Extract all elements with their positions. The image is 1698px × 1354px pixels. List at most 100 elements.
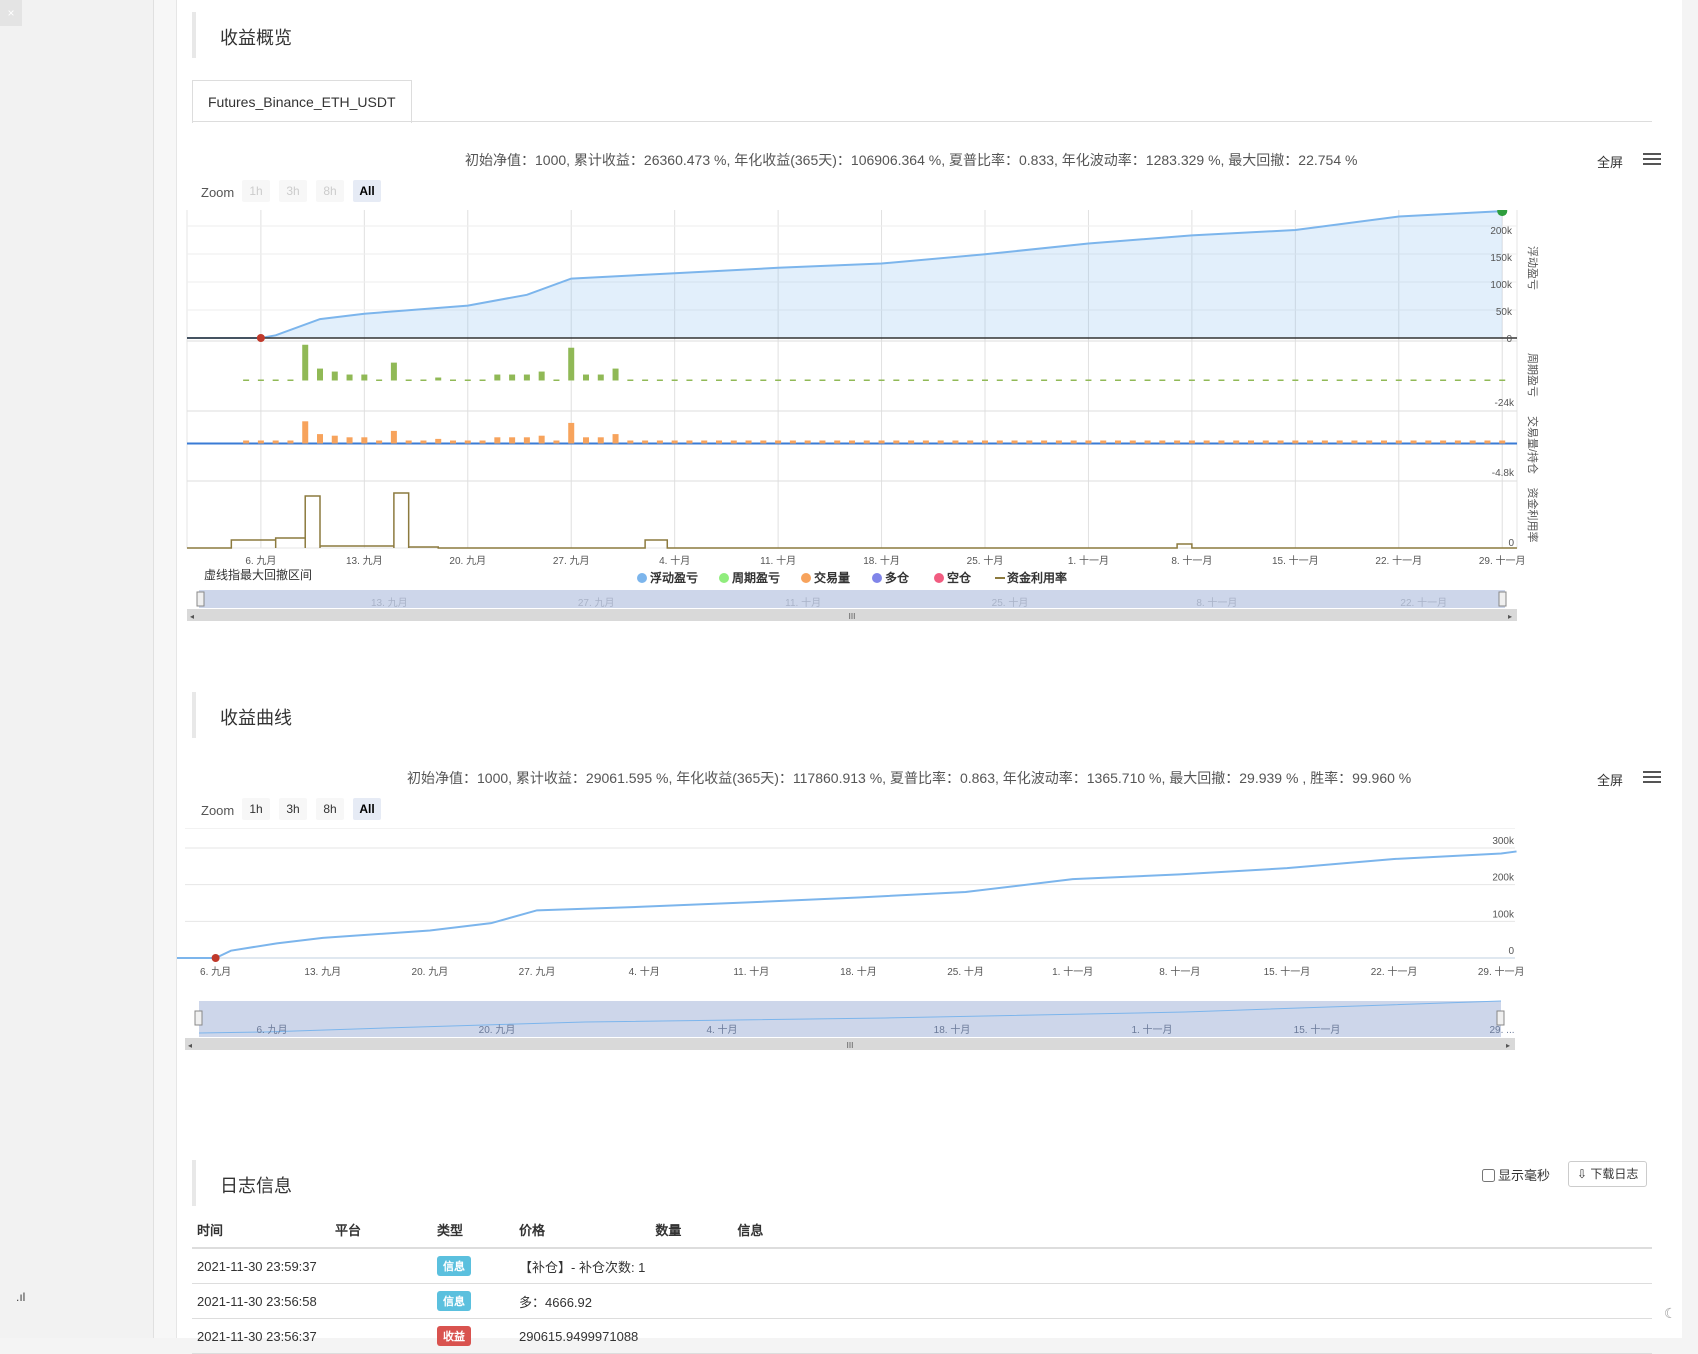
- period-pnl-bar: [1041, 379, 1048, 381]
- period-pnl-bar: [804, 379, 811, 381]
- curve-zoom-3h[interactable]: 3h: [279, 798, 307, 820]
- tab-futures-binance-eth-usdt[interactable]: Futures_Binance_ETH_USDT: [192, 80, 412, 123]
- period-pnl-bar: [1026, 379, 1033, 381]
- show-ms-checkbox[interactable]: [1482, 1169, 1495, 1182]
- period-pnl-bar: [1085, 379, 1092, 381]
- volume-bar: [1233, 440, 1240, 444]
- curve-x-tick-label: 8. 十一月: [1159, 965, 1200, 978]
- volume-bar: [1395, 440, 1402, 444]
- volume-bar: [1055, 440, 1062, 444]
- navigator-tick-label: 8. 十一月: [1196, 596, 1237, 609]
- row-info: [732, 1248, 1652, 1284]
- overview-x-tick-label: 8. 十一月: [1171, 554, 1212, 567]
- volume-bar: [1100, 440, 1107, 444]
- volume-bar: [1248, 440, 1254, 444]
- volume-bar: [450, 440, 456, 444]
- volume-bar: [597, 437, 604, 444]
- legend-symbol: [719, 573, 729, 583]
- curve-zoom-all[interactable]: All: [353, 798, 381, 820]
- volume-bar: [878, 440, 885, 444]
- overview-zoom-3h[interactable]: 3h: [279, 180, 307, 202]
- period-pnl-bar: [538, 371, 545, 381]
- right-scrollbar[interactable]: [1682, 0, 1698, 1338]
- log-table: 时间 平台 类型 价格 数量 信息 2021-11-30 23:59:37 信息…: [192, 1212, 1652, 1354]
- volume-bar: [1499, 440, 1506, 444]
- curve-zoom-8h[interactable]: 8h: [316, 798, 344, 820]
- legend-item: 周期盈亏: [732, 570, 780, 585]
- period-pnl-bar: [1129, 379, 1136, 381]
- volume-bar: [523, 437, 530, 444]
- legend-item: 多仓: [885, 570, 910, 585]
- main-content: 收益概览 Futures_Binance_ETH_USDT 初始净值：1000,…: [177, 0, 1686, 1354]
- curve-x-tick-label: 18. 十月: [840, 965, 877, 978]
- sidebar: × .ıl: [0, 0, 154, 1338]
- period-pnl-bar: [1011, 379, 1018, 381]
- curve-x-tick-label: 13. 九月: [304, 966, 341, 978]
- period-pnl-bar: [893, 379, 900, 381]
- row-info: [732, 1283, 1652, 1319]
- row-platform: [330, 1318, 432, 1354]
- overview-zoom-all[interactable]: All: [353, 180, 381, 202]
- volume-bar: [1484, 440, 1491, 444]
- curve-menu-icon[interactable]: [1643, 768, 1661, 786]
- period-pnl-bar: [568, 347, 575, 381]
- curve-navigator-tick-label: 4. 十月: [706, 1023, 737, 1036]
- volume-bar: [1218, 440, 1225, 444]
- overview-summary: 初始净值：1000, 累计收益：26360.473 %, 年化收益(365天)：…: [465, 152, 1358, 168]
- navigator-tick-label: 27. 九月: [578, 597, 615, 609]
- volume-bar: [538, 435, 545, 444]
- curve-navigator-tick-label: 18. 十月: [934, 1023, 971, 1036]
- overview-x-tick-label: 27. 九月: [553, 555, 590, 567]
- volume-bar: [612, 434, 619, 444]
- row-qty: [650, 1283, 733, 1319]
- period-pnl-bar: [1321, 379, 1328, 381]
- equity-curve-line: [177, 850, 1517, 959]
- col-info: 信息: [732, 1212, 1652, 1249]
- drawdown-note: 虚线指最大回撤区间: [204, 567, 312, 582]
- overview-fullscreen-button[interactable]: 全屏: [1597, 152, 1623, 171]
- volume-bar: [834, 440, 841, 444]
- period-pnl-bar: [642, 379, 649, 381]
- volume-bar: [1174, 440, 1181, 444]
- period-pnl-bar: [878, 379, 885, 381]
- moon-icon[interactable]: ☾: [1664, 1305, 1677, 1322]
- curve-x-tick-label: 25. 十月: [947, 965, 984, 978]
- period-pnl-bar: [849, 379, 855, 381]
- download-icon: ⇩: [1577, 1167, 1588, 1181]
- overview-zoom-1h[interactable]: 1h: [242, 180, 270, 202]
- curve-start-marker: [211, 954, 220, 962]
- overview-section-header: 收益概览: [192, 12, 1686, 58]
- period-pnl-bar: [272, 379, 279, 381]
- curve-fullscreen-button[interactable]: 全屏: [1597, 770, 1623, 789]
- curve-scrollbar-grip: III: [847, 1041, 854, 1050]
- pane2-tick-label: -24k: [1495, 398, 1515, 409]
- row-price: 290615.9499971088: [514, 1318, 651, 1354]
- curve-navigator-left-handle: [194, 1010, 203, 1026]
- period-pnl-bar: [612, 368, 619, 381]
- overview-zoom-8h[interactable]: 8h: [316, 180, 344, 202]
- curve-navigator-right-handle: [1496, 1010, 1505, 1026]
- show-ms-toggle[interactable]: 显示毫秒: [1482, 1165, 1550, 1184]
- volume-bar: [405, 440, 412, 444]
- volume-bar: [804, 440, 811, 444]
- overview-menu-icon[interactable]: [1643, 150, 1661, 168]
- volume-bar: [494, 437, 501, 444]
- curve-zoom-1h[interactable]: 1h: [242, 798, 270, 820]
- scroll-left-arrow: ◂: [190, 612, 194, 621]
- legend-symbol: [637, 573, 647, 583]
- download-log-button[interactable]: ⇩ 下载日志: [1568, 1161, 1648, 1187]
- close-icon[interactable]: ×: [0, 0, 22, 26]
- volume-bar: [1440, 440, 1447, 444]
- period-pnl-bar: [701, 379, 708, 381]
- period-pnl-bar: [302, 344, 309, 381]
- navigator-tick-label: 11. 十月: [785, 596, 821, 609]
- curve-zoom-label: Zoom: [201, 803, 235, 818]
- period-pnl-bar: [760, 379, 767, 381]
- scroll-right-arrow: ▸: [1508, 612, 1512, 621]
- period-pnl-bar: [479, 379, 486, 381]
- col-price: 价格: [514, 1212, 651, 1249]
- type-badge: 信息: [437, 1256, 471, 1276]
- period-pnl-bar: [1336, 379, 1343, 381]
- period-pnl-bar: [1115, 379, 1121, 381]
- period-pnl-bar: [1218, 379, 1225, 381]
